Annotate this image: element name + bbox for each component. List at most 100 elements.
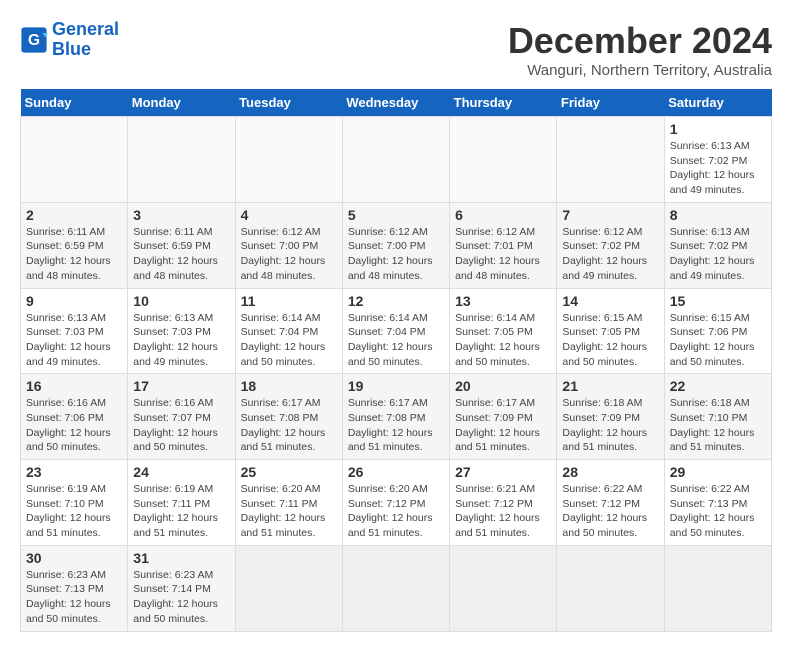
day-number: 7 xyxy=(562,207,658,223)
month-title: December 2024 xyxy=(508,20,772,62)
day-number: 20 xyxy=(455,378,551,394)
logo-icon: G xyxy=(20,26,48,54)
calendar-cell: 19 Sunrise: 6:17 AM Sunset: 7:08 PM Dayl… xyxy=(342,374,449,460)
day-info: Sunrise: 6:23 AM Sunset: 7:13 PM Dayligh… xyxy=(26,568,122,627)
day-number: 15 xyxy=(670,293,766,309)
calendar-cell xyxy=(235,117,342,203)
day-number: 17 xyxy=(133,378,229,394)
day-info: Sunrise: 6:13 AM Sunset: 7:03 PM Dayligh… xyxy=(133,311,229,370)
calendar-cell xyxy=(342,545,449,631)
day-info: Sunrise: 6:11 AM Sunset: 6:59 PM Dayligh… xyxy=(26,225,122,284)
logo-text: General Blue xyxy=(52,20,119,60)
col-header-thursday: Thursday xyxy=(450,89,557,117)
day-number: 23 xyxy=(26,464,122,480)
day-number: 8 xyxy=(670,207,766,223)
col-header-sunday: Sunday xyxy=(21,89,128,117)
day-number: 22 xyxy=(670,378,766,394)
day-info: Sunrise: 6:11 AM Sunset: 6:59 PM Dayligh… xyxy=(133,225,229,284)
title-block: December 2024 Wanguri, Northern Territor… xyxy=(508,20,772,79)
calendar-cell: 28 Sunrise: 6:22 AM Sunset: 7:12 PM Dayl… xyxy=(557,460,664,546)
calendar-cell: 1 Sunrise: 6:13 AM Sunset: 7:02 PM Dayli… xyxy=(664,117,771,203)
calendar-cell: 23 Sunrise: 6:19 AM Sunset: 7:10 PM Dayl… xyxy=(21,460,128,546)
day-info: Sunrise: 6:20 AM Sunset: 7:11 PM Dayligh… xyxy=(241,482,337,541)
day-info: Sunrise: 6:15 AM Sunset: 7:05 PM Dayligh… xyxy=(562,311,658,370)
col-header-friday: Friday xyxy=(557,89,664,117)
logo-line2: Blue xyxy=(52,39,91,59)
day-info: Sunrise: 6:18 AM Sunset: 7:10 PM Dayligh… xyxy=(670,396,766,455)
calendar-cell: 11 Sunrise: 6:14 AM Sunset: 7:04 PM Dayl… xyxy=(235,288,342,374)
calendar-cell xyxy=(128,117,235,203)
day-number: 28 xyxy=(562,464,658,480)
calendar-week-1: 1 Sunrise: 6:13 AM Sunset: 7:02 PM Dayli… xyxy=(21,117,772,203)
day-number: 1 xyxy=(670,121,766,137)
day-number: 6 xyxy=(455,207,551,223)
day-info: Sunrise: 6:14 AM Sunset: 7:05 PM Dayligh… xyxy=(455,311,551,370)
calendar-cell: 29 Sunrise: 6:22 AM Sunset: 7:13 PM Dayl… xyxy=(664,460,771,546)
calendar-week-3: 9 Sunrise: 6:13 AM Sunset: 7:03 PM Dayli… xyxy=(21,288,772,374)
calendar-cell xyxy=(557,117,664,203)
calendar-cell: 3 Sunrise: 6:11 AM Sunset: 6:59 PM Dayli… xyxy=(128,202,235,288)
day-info: Sunrise: 6:13 AM Sunset: 7:02 PM Dayligh… xyxy=(670,139,766,198)
calendar-cell: 4 Sunrise: 6:12 AM Sunset: 7:00 PM Dayli… xyxy=(235,202,342,288)
calendar-week-4: 16 Sunrise: 6:16 AM Sunset: 7:06 PM Dayl… xyxy=(21,374,772,460)
calendar-cell: 21 Sunrise: 6:18 AM Sunset: 7:09 PM Dayl… xyxy=(557,374,664,460)
col-header-saturday: Saturday xyxy=(664,89,771,117)
day-info: Sunrise: 6:23 AM Sunset: 7:14 PM Dayligh… xyxy=(133,568,229,627)
calendar-cell: 10 Sunrise: 6:13 AM Sunset: 7:03 PM Dayl… xyxy=(128,288,235,374)
calendar-cell: 17 Sunrise: 6:16 AM Sunset: 7:07 PM Dayl… xyxy=(128,374,235,460)
day-number: 3 xyxy=(133,207,229,223)
day-number: 4 xyxy=(241,207,337,223)
day-number: 29 xyxy=(670,464,766,480)
day-number: 12 xyxy=(348,293,444,309)
logo-line1: General xyxy=(52,19,119,39)
calendar-cell: 8 Sunrise: 6:13 AM Sunset: 7:02 PM Dayli… xyxy=(664,202,771,288)
day-number: 5 xyxy=(348,207,444,223)
calendar-cell: 30 Sunrise: 6:23 AM Sunset: 7:13 PM Dayl… xyxy=(21,545,128,631)
calendar-week-6: 30 Sunrise: 6:23 AM Sunset: 7:13 PM Dayl… xyxy=(21,545,772,631)
calendar-cell: 27 Sunrise: 6:21 AM Sunset: 7:12 PM Dayl… xyxy=(450,460,557,546)
calendar-table: SundayMondayTuesdayWednesdayThursdayFrid… xyxy=(20,89,772,632)
day-number: 27 xyxy=(455,464,551,480)
calendar-cell: 18 Sunrise: 6:17 AM Sunset: 7:08 PM Dayl… xyxy=(235,374,342,460)
day-info: Sunrise: 6:14 AM Sunset: 7:04 PM Dayligh… xyxy=(348,311,444,370)
location: Wanguri, Northern Territory, Australia xyxy=(508,62,772,79)
svg-text:G: G xyxy=(28,32,40,49)
day-info: Sunrise: 6:12 AM Sunset: 7:00 PM Dayligh… xyxy=(241,225,337,284)
calendar-cell: 26 Sunrise: 6:20 AM Sunset: 7:12 PM Dayl… xyxy=(342,460,449,546)
day-number: 11 xyxy=(241,293,337,309)
day-number: 25 xyxy=(241,464,337,480)
calendar-cell: 24 Sunrise: 6:19 AM Sunset: 7:11 PM Dayl… xyxy=(128,460,235,546)
day-info: Sunrise: 6:13 AM Sunset: 7:03 PM Dayligh… xyxy=(26,311,122,370)
day-info: Sunrise: 6:12 AM Sunset: 7:02 PM Dayligh… xyxy=(562,225,658,284)
calendar-cell: 25 Sunrise: 6:20 AM Sunset: 7:11 PM Dayl… xyxy=(235,460,342,546)
calendar-week-5: 23 Sunrise: 6:19 AM Sunset: 7:10 PM Dayl… xyxy=(21,460,772,546)
calendar-cell: 9 Sunrise: 6:13 AM Sunset: 7:03 PM Dayli… xyxy=(21,288,128,374)
calendar-cell xyxy=(664,545,771,631)
calendar-cell: 13 Sunrise: 6:14 AM Sunset: 7:05 PM Dayl… xyxy=(450,288,557,374)
day-info: Sunrise: 6:22 AM Sunset: 7:13 PM Dayligh… xyxy=(670,482,766,541)
day-info: Sunrise: 6:22 AM Sunset: 7:12 PM Dayligh… xyxy=(562,482,658,541)
calendar-cell: 5 Sunrise: 6:12 AM Sunset: 7:00 PM Dayli… xyxy=(342,202,449,288)
calendar-cell: 2 Sunrise: 6:11 AM Sunset: 6:59 PM Dayli… xyxy=(21,202,128,288)
calendar-week-2: 2 Sunrise: 6:11 AM Sunset: 6:59 PM Dayli… xyxy=(21,202,772,288)
calendar-cell: 31 Sunrise: 6:23 AM Sunset: 7:14 PM Dayl… xyxy=(128,545,235,631)
day-info: Sunrise: 6:19 AM Sunset: 7:10 PM Dayligh… xyxy=(26,482,122,541)
day-number: 9 xyxy=(26,293,122,309)
day-info: Sunrise: 6:21 AM Sunset: 7:12 PM Dayligh… xyxy=(455,482,551,541)
header-row: SundayMondayTuesdayWednesdayThursdayFrid… xyxy=(21,89,772,117)
col-header-tuesday: Tuesday xyxy=(235,89,342,117)
calendar-cell xyxy=(235,545,342,631)
day-info: Sunrise: 6:20 AM Sunset: 7:12 PM Dayligh… xyxy=(348,482,444,541)
col-header-wednesday: Wednesday xyxy=(342,89,449,117)
day-info: Sunrise: 6:14 AM Sunset: 7:04 PM Dayligh… xyxy=(241,311,337,370)
calendar-cell: 14 Sunrise: 6:15 AM Sunset: 7:05 PM Dayl… xyxy=(557,288,664,374)
calendar-cell: 12 Sunrise: 6:14 AM Sunset: 7:04 PM Dayl… xyxy=(342,288,449,374)
calendar-cell xyxy=(21,117,128,203)
day-number: 16 xyxy=(26,378,122,394)
day-info: Sunrise: 6:17 AM Sunset: 7:09 PM Dayligh… xyxy=(455,396,551,455)
day-number: 26 xyxy=(348,464,444,480)
day-number: 21 xyxy=(562,378,658,394)
day-info: Sunrise: 6:18 AM Sunset: 7:09 PM Dayligh… xyxy=(562,396,658,455)
day-number: 24 xyxy=(133,464,229,480)
calendar-cell xyxy=(342,117,449,203)
